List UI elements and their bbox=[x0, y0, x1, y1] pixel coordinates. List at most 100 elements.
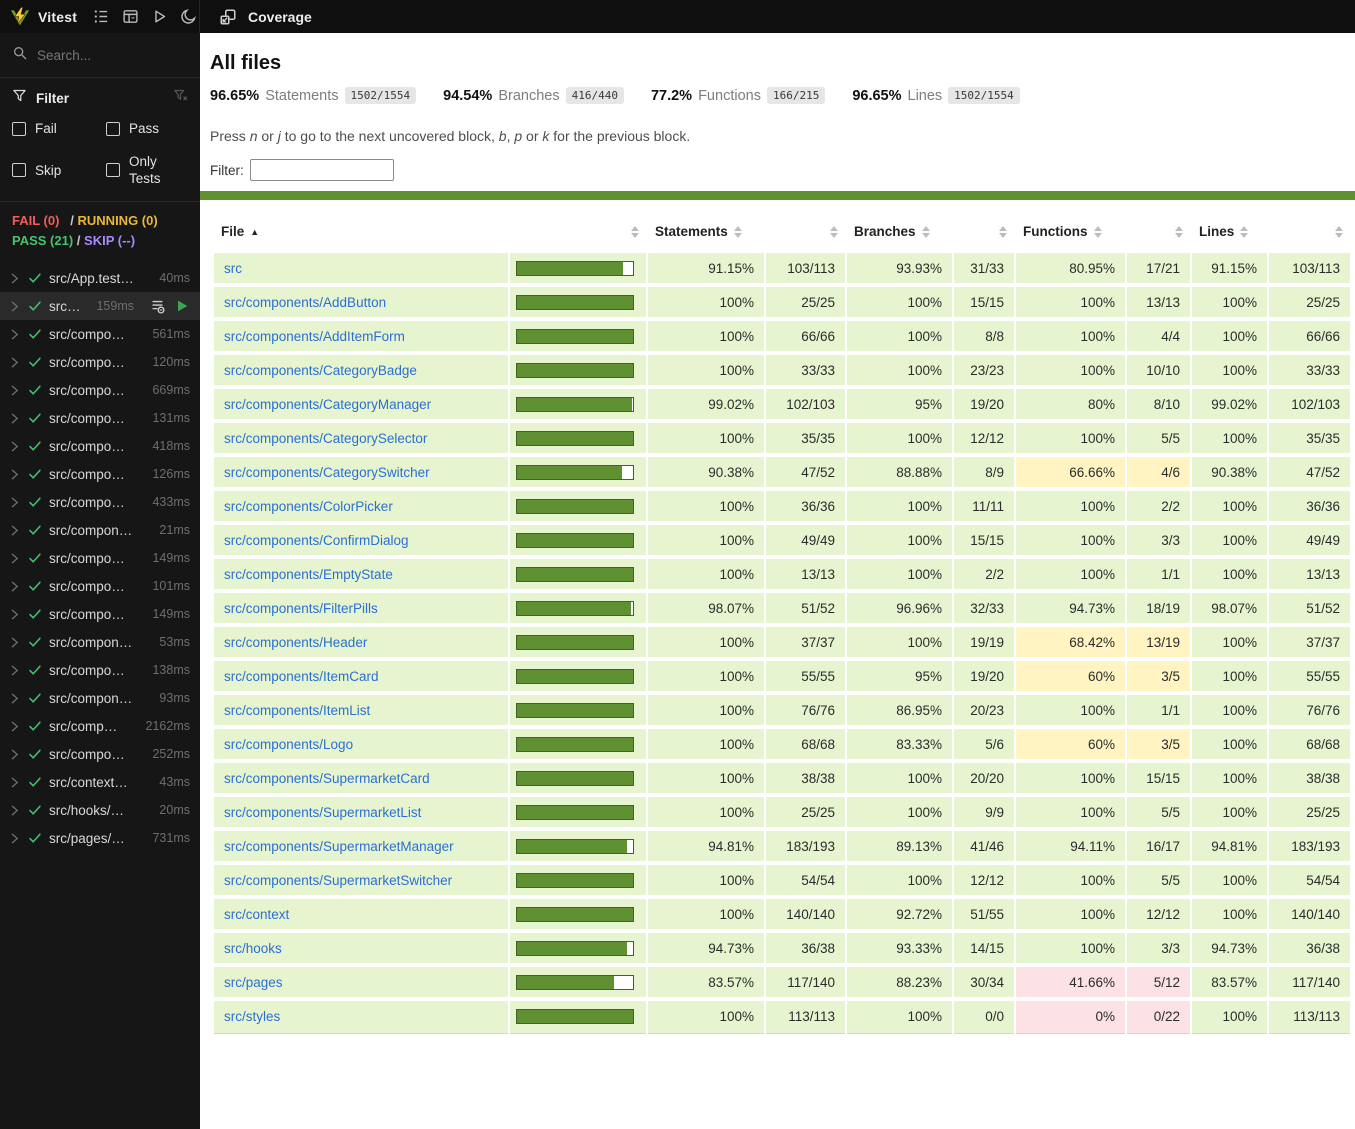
expand-chevron-icon[interactable] bbox=[8, 300, 21, 313]
filter-checkbox-pass[interactable]: Pass bbox=[106, 120, 188, 137]
file-link[interactable]: src/components/SupermarketCard bbox=[224, 771, 430, 786]
expand-chevron-icon[interactable] bbox=[8, 356, 21, 369]
file-link[interactable]: src/components/SupermarketManager bbox=[224, 839, 454, 854]
expand-chevron-icon[interactable] bbox=[8, 804, 21, 817]
expand-chevron-icon[interactable] bbox=[8, 692, 21, 705]
file-link[interactable]: src/components/AddItemForm bbox=[224, 329, 405, 344]
column-header-branches-abs[interactable] bbox=[953, 213, 1015, 252]
test-file-item[interactable]: src/compon… 53ms bbox=[0, 628, 200, 656]
file-link[interactable]: src/components/SupermarketList bbox=[224, 805, 421, 820]
column-header-lines[interactable]: Lines bbox=[1191, 213, 1268, 252]
filter-checkbox-skip[interactable]: Skip bbox=[12, 153, 106, 187]
file-link[interactable]: src/components/ItemCard bbox=[224, 669, 379, 684]
test-file-item[interactable]: src/compo… 433ms bbox=[0, 488, 200, 516]
brand-name: Vitest bbox=[38, 8, 78, 25]
expand-chevron-icon[interactable] bbox=[8, 776, 21, 789]
file-link[interactable]: src/components/Header bbox=[224, 635, 367, 650]
statements-abs-cell: 25/25 bbox=[764, 283, 847, 320]
task-list-icon[interactable] bbox=[149, 298, 166, 315]
test-file-item[interactable]: src/context… 43ms bbox=[0, 768, 200, 796]
test-file-item[interactable]: src/comp… 2162ms bbox=[0, 712, 200, 740]
coverage-filter-input[interactable] bbox=[249, 159, 394, 181]
run-all-icon[interactable] bbox=[149, 7, 169, 27]
expand-chevron-icon[interactable] bbox=[8, 664, 21, 677]
test-file-item[interactable]: src/compo… 120ms bbox=[0, 348, 200, 376]
file-link[interactable]: src/components/CategoryManager bbox=[224, 397, 431, 412]
file-link[interactable]: src/components/ItemList bbox=[224, 703, 370, 718]
test-file-item[interactable]: src/compo… 252ms bbox=[0, 740, 200, 768]
tree-view-icon[interactable] bbox=[91, 7, 111, 27]
test-file-item[interactable]: src/compo… 418ms bbox=[0, 432, 200, 460]
coverage-bar-cell bbox=[508, 283, 648, 320]
test-file-item[interactable]: src/compo… 149ms bbox=[0, 600, 200, 628]
expand-chevron-icon[interactable] bbox=[8, 384, 21, 397]
test-file-item[interactable]: src/compo… 126ms bbox=[0, 460, 200, 488]
test-file-item[interactable]: src/compo… 131ms bbox=[0, 404, 200, 432]
search-input[interactable] bbox=[37, 47, 167, 63]
file-link[interactable]: src bbox=[224, 261, 242, 276]
column-header-statements[interactable]: Statements bbox=[647, 213, 765, 252]
expand-chevron-icon[interactable] bbox=[8, 580, 21, 593]
expand-chevron-icon[interactable] bbox=[8, 272, 21, 285]
filter-checkbox-only-tests[interactable]: Only Tests bbox=[106, 153, 188, 187]
run-test-icon[interactable] bbox=[174, 298, 190, 314]
functions-pct-cell: 60% bbox=[1014, 657, 1127, 694]
test-file-item[interactable]: src/compo… 138ms bbox=[0, 656, 200, 684]
test-file-item[interactable]: src/compo… 561ms bbox=[0, 320, 200, 348]
file-link[interactable]: src/components/CategorySelector bbox=[224, 431, 427, 446]
file-link[interactable]: src/components/CategoryBadge bbox=[224, 363, 417, 378]
test-file-item[interactable]: src/compon… 93ms bbox=[0, 684, 200, 712]
column-header-bar[interactable] bbox=[509, 213, 647, 252]
test-file-item[interactable]: src/pages/… 731ms bbox=[0, 824, 200, 852]
test-file-item[interactable]: src/compon… 21ms bbox=[0, 516, 200, 544]
expand-chevron-icon[interactable] bbox=[8, 412, 21, 425]
column-header-file[interactable]: File ▲ bbox=[213, 213, 509, 252]
expand-chevron-icon[interactable] bbox=[8, 636, 21, 649]
dark-mode-icon[interactable] bbox=[178, 7, 198, 27]
column-header-statements-abs[interactable] bbox=[765, 213, 846, 252]
expand-chevron-icon[interactable] bbox=[8, 328, 21, 341]
expand-chevron-icon[interactable] bbox=[8, 496, 21, 509]
test-file-item[interactable]: src/compo… 669ms bbox=[0, 376, 200, 404]
branches-abs-cell: 15/15 bbox=[952, 283, 1016, 320]
file-link[interactable]: src/pages bbox=[224, 975, 283, 990]
expand-chevron-icon[interactable] bbox=[8, 608, 21, 621]
expand-chevron-icon[interactable] bbox=[8, 748, 21, 761]
file-link[interactable]: src/components/CategorySwitcher bbox=[224, 465, 430, 480]
file-link[interactable]: src/components/ColorPicker bbox=[224, 499, 393, 514]
coverage-tab[interactable]: Coverage bbox=[218, 7, 312, 27]
test-file-item[interactable]: src… 159ms bbox=[0, 292, 200, 320]
lines-pct: 96.65% bbox=[852, 87, 902, 104]
expand-chevron-icon[interactable] bbox=[8, 440, 21, 453]
test-file-item[interactable]: src/App.test… 40ms bbox=[0, 264, 200, 292]
file-link[interactable]: src/styles bbox=[224, 1009, 280, 1024]
file-link[interactable]: src/hooks bbox=[224, 941, 282, 956]
file-link[interactable]: src/components/SupermarketSwitcher bbox=[224, 873, 452, 888]
column-header-functions[interactable]: Functions bbox=[1015, 213, 1126, 252]
dashboard-icon[interactable] bbox=[120, 7, 140, 27]
column-header-functions-abs[interactable] bbox=[1126, 213, 1191, 252]
expand-chevron-icon[interactable] bbox=[8, 720, 21, 733]
statements-pct-cell: 100% bbox=[646, 759, 766, 796]
file-link[interactable]: src/context bbox=[224, 907, 289, 922]
clear-filter-icon[interactable] bbox=[173, 88, 188, 108]
expand-chevron-icon[interactable] bbox=[8, 832, 21, 845]
expand-chevron-icon[interactable] bbox=[8, 524, 21, 537]
coverage-bar-cell bbox=[508, 861, 648, 898]
lines-pct-cell: 100% bbox=[1190, 521, 1269, 558]
expand-chevron-icon[interactable] bbox=[8, 468, 21, 481]
test-file-item[interactable]: src/hooks/… 20ms bbox=[0, 796, 200, 824]
file-link[interactable]: src/components/EmptyState bbox=[224, 567, 393, 582]
expand-chevron-icon[interactable] bbox=[8, 552, 21, 565]
test-file-item[interactable]: src/compo… 149ms bbox=[0, 544, 200, 572]
file-link[interactable]: src/components/AddButton bbox=[224, 295, 386, 310]
column-header-lines-abs[interactable] bbox=[1268, 213, 1351, 252]
file-link[interactable]: src/components/ConfirmDialog bbox=[224, 533, 409, 548]
file-link[interactable]: src/components/FilterPills bbox=[224, 601, 378, 616]
file-link[interactable]: src/components/Logo bbox=[224, 737, 353, 752]
coverage-bar-cell bbox=[508, 487, 648, 524]
filter-checkbox-fail[interactable]: Fail bbox=[12, 120, 106, 137]
functions-abs-cell: 2/2 bbox=[1125, 487, 1192, 524]
column-header-branches[interactable]: Branches bbox=[846, 213, 953, 252]
test-file-item[interactable]: src/compo… 101ms bbox=[0, 572, 200, 600]
